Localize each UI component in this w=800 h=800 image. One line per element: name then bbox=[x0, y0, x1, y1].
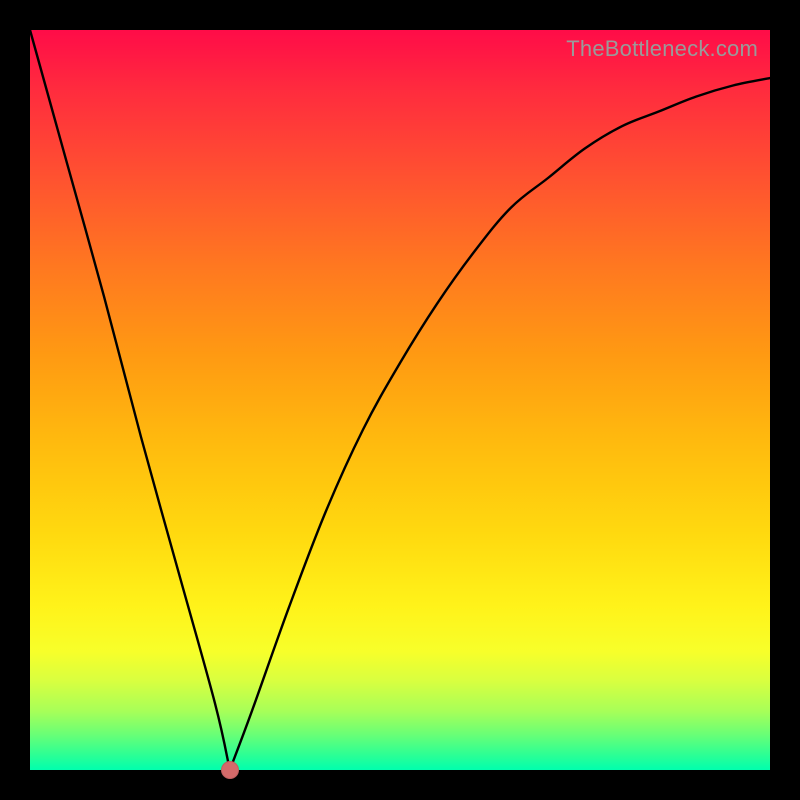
plot-area: TheBottleneck.com bbox=[30, 30, 770, 770]
optimal-point-marker bbox=[221, 761, 239, 779]
watermark-text: TheBottleneck.com bbox=[566, 36, 758, 62]
chart-frame: TheBottleneck.com bbox=[0, 0, 800, 800]
bottleneck-curve bbox=[30, 30, 770, 770]
